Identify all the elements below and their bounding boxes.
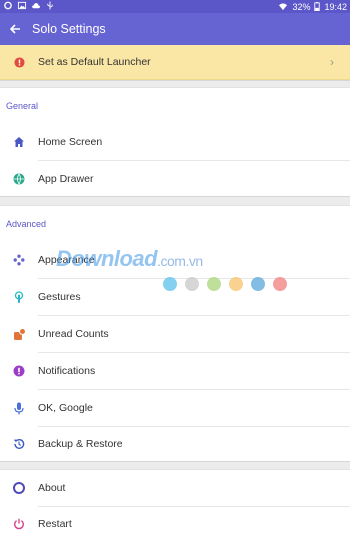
unread-icon — [13, 327, 26, 340]
setting-home-screen[interactable]: Home Screen — [0, 124, 350, 160]
setting-label: Unread Counts — [38, 328, 109, 340]
watermark-brand: Download — [56, 246, 158, 271]
backup-icon — [13, 438, 25, 449]
setting-label: OK, Google — [38, 402, 93, 414]
battery-percent: 32% — [292, 1, 311, 12]
setting-about[interactable]: About — [0, 470, 350, 506]
setting-restart[interactable]: Restart — [0, 506, 350, 536]
appearance-icon — [13, 254, 25, 266]
page-title: Solo Settings — [32, 22, 106, 36]
microphone-icon — [14, 402, 24, 414]
setting-label: About — [38, 482, 66, 494]
usb-icon — [47, 1, 53, 10]
setting-app-drawer[interactable]: App Drawer — [0, 161, 350, 197]
watermark-dot — [163, 277, 177, 291]
chevron-right-icon: › — [330, 55, 334, 69]
setting-label: App Drawer — [38, 173, 94, 185]
watermark-logo: Download.com.vn — [56, 246, 203, 272]
about-icon — [13, 482, 25, 494]
notification-icon — [13, 365, 25, 377]
gesture-icon — [14, 290, 24, 303]
image-icon — [17, 1, 27, 10]
setting-notifications[interactable]: Notifications — [0, 353, 350, 389]
setting-label: Home Screen — [38, 136, 103, 148]
watermark-dot — [251, 277, 265, 291]
banner-label: Set as Default Launcher — [38, 56, 151, 68]
general-section: General Home Screen App Drawer — [0, 88, 350, 196]
section-gap — [0, 461, 350, 470]
setting-label: Gestures — [38, 291, 81, 303]
setting-label: Backup & Restore — [38, 438, 123, 450]
notification-o-icon — [4, 1, 12, 10]
advanced-section: Advanced Appearance Gestures Unread Coun… — [0, 206, 350, 461]
more-section: About Restart — [0, 470, 350, 536]
setting-label: Notifications — [38, 365, 96, 377]
setting-unread-counts[interactable]: Unread Counts — [0, 316, 350, 352]
setting-label: Restart — [38, 518, 72, 530]
power-icon — [14, 518, 24, 530]
general-header: General — [6, 101, 39, 111]
setting-ok-google[interactable]: OK, Google — [0, 390, 350, 426]
default-launcher-banner[interactable]: Set as Default Launcher › — [0, 45, 350, 80]
status-right-icons: 32% 19:42 — [278, 0, 347, 13]
status-left-icons — [3, 1, 55, 10]
watermark-dot — [207, 277, 221, 291]
watermark-dot — [229, 277, 243, 291]
app-bar: Solo Settings — [0, 13, 350, 45]
cloud-icon — [32, 3, 40, 9]
watermark-suffix: .com.vn — [157, 253, 203, 269]
globe-icon — [13, 173, 25, 185]
watermark-dot — [185, 277, 199, 291]
clock: 19:42 — [324, 1, 347, 12]
status-bar: 32% 19:42 — [0, 0, 350, 13]
section-gap — [0, 196, 350, 206]
section-gap — [0, 80, 350, 88]
home-icon — [14, 137, 24, 147]
watermark-dots — [163, 277, 287, 291]
alert-icon — [13, 56, 25, 68]
advanced-header: Advanced — [6, 219, 47, 229]
wifi-icon — [279, 3, 288, 11]
back-button[interactable] — [0, 13, 30, 45]
watermark-dot — [273, 277, 287, 291]
arrow-back-icon — [9, 24, 20, 34]
battery-icon — [314, 2, 321, 11]
setting-backup-restore[interactable]: Backup & Restore — [0, 426, 350, 462]
